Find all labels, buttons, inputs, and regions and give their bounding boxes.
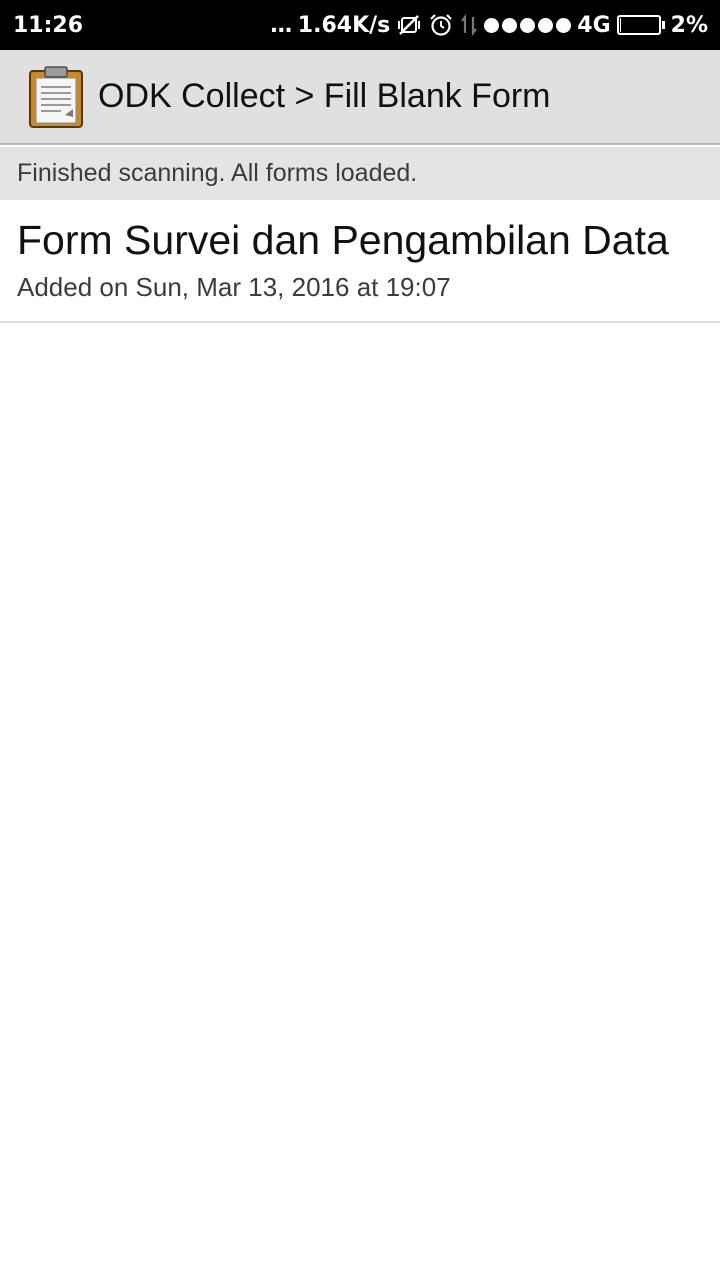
status-bar: 11:26 ... 1.64K/s 4G 2%: [0, 0, 720, 50]
status-message-text: Finished scanning. All forms loaded.: [17, 159, 418, 187]
data-transfer-icon: [460, 13, 478, 37]
form-title: Form Survei dan Pengambilan Data: [17, 217, 669, 263]
status-message: Finished scanning. All forms loaded.: [0, 147, 720, 200]
signal-icon: [484, 17, 572, 33]
battery-percent: 2%: [670, 12, 708, 38]
more-notifications-indicator: ...: [269, 12, 293, 38]
list-item[interactable]: Form Survei dan Pengambilan Data Added o…: [0, 200, 720, 323]
clipboard-icon[interactable]: [27, 65, 85, 129]
network-speed: 1.64K/s: [297, 12, 391, 38]
vibrate-off-icon: [396, 12, 422, 38]
action-bar: ODK Collect > Fill Blank Form: [0, 50, 720, 145]
form-list: Form Survei dan Pengambilan Data Added o…: [0, 200, 720, 323]
alarm-icon: [428, 12, 454, 38]
battery-icon: [616, 15, 665, 35]
status-icons: ... 1.64K/s 4G 2%: [270, 12, 708, 38]
network-type: 4G: [577, 12, 611, 38]
form-added-date: Added on Sun, Mar 13, 2016 at 19:07: [17, 272, 451, 302]
page-title: ODK Collect > Fill Blank Form: [98, 77, 551, 115]
clock: 11:26: [13, 12, 84, 38]
